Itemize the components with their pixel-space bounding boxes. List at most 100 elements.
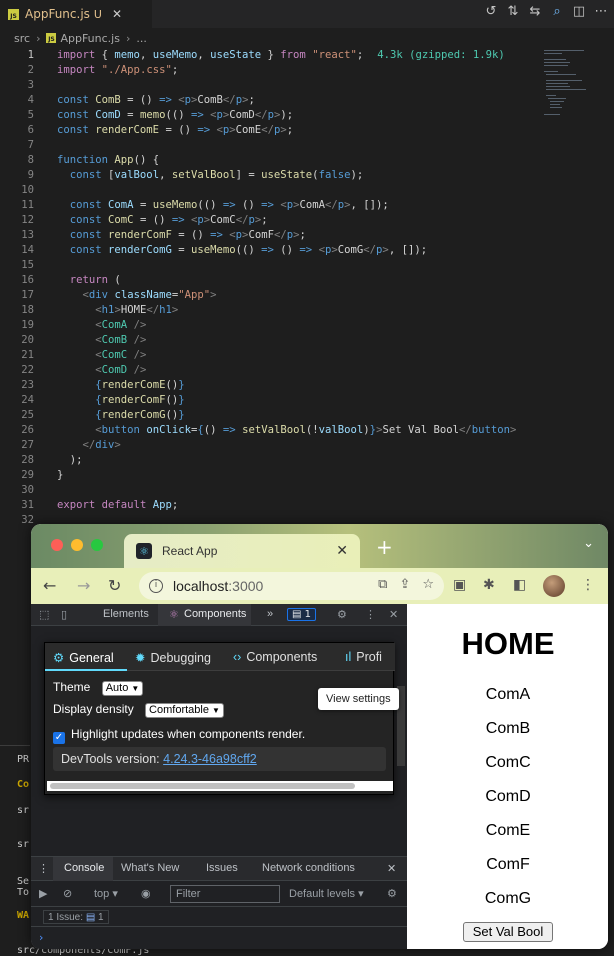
code-line: 11 const ComA = useMemo(() => () => <p>C…: [0, 198, 560, 213]
console-drawer: ⋮ Console What's New Issues Network cond…: [31, 856, 407, 949]
code-line: 22 <ComD />: [0, 363, 560, 378]
bookmark-star-icon[interactable]: ☆: [422, 577, 434, 592]
breadcrumb-src[interactable]: src: [14, 32, 30, 45]
address-bar[interactable]: i localhost:3000 ⧉ ⇪ ☆: [139, 572, 444, 600]
panel-text: Se: [17, 876, 30, 887]
code-line: 6 const renderComE = () => <p>ComE</p>;: [0, 123, 560, 138]
omnibox-actions: ⧉ ⇪ ☆: [378, 577, 434, 592]
code-line: 8 function App() {: [0, 153, 560, 168]
new-tab-button[interactable]: +: [376, 535, 393, 559]
editor-tab-appfunc[interactable]: JS AppFunc.js U ✕: [0, 0, 152, 28]
breadcrumb-symbol[interactable]: ...: [136, 32, 147, 45]
theme-row: Theme Auto ▼: [53, 680, 144, 696]
go-to-file-icon[interactable]: ⇆: [528, 5, 542, 19]
settings-tab-general[interactable]: ⚙ General: [53, 650, 114, 665]
theme-label: Theme: [53, 680, 91, 694]
reload-icon[interactable]: ↻: [108, 576, 121, 595]
minimize-window-button[interactable]: [71, 539, 83, 551]
close-devtools-icon[interactable]: ✕: [389, 608, 398, 621]
tab-close-icon[interactable]: ✕: [112, 7, 122, 21]
compare-changes-icon[interactable]: ⇅: [506, 5, 520, 19]
log-levels-select[interactable]: Default levels ▾: [289, 887, 364, 900]
theme-select[interactable]: Auto ▼: [101, 681, 144, 696]
breadcrumb-file[interactable]: AppFunc.js: [60, 32, 120, 45]
clear-console-icon[interactable]: ⊘: [63, 887, 72, 900]
close-tab-icon[interactable]: ✕: [336, 543, 348, 559]
close-window-button[interactable]: [51, 539, 63, 551]
device-toolbar-icon[interactable]: ▯: [61, 608, 67, 621]
back-arrow-icon[interactable]: ←: [43, 576, 56, 595]
density-select[interactable]: Comfortable ▼: [145, 703, 224, 718]
code-icon: ‹›: [233, 650, 242, 664]
horizontal-scrollbar[interactable]: [47, 781, 393, 791]
component-text: ComF: [486, 856, 530, 873]
live-expression-eye-icon[interactable]: ◉: [141, 887, 151, 900]
more-tabs-button[interactable]: »: [267, 608, 273, 620]
search-icon[interactable]: ⌕: [550, 5, 564, 19]
drawer-tab-issues[interactable]: Issues: [206, 862, 238, 874]
puzzle-extensions-icon[interactable]: ✱: [483, 577, 495, 593]
chrome-menu-icon[interactable]: ⋮: [581, 577, 595, 593]
console-filter-input[interactable]: Filter: [170, 885, 280, 903]
drawer-tab-whats-new[interactable]: What's New: [121, 862, 179, 874]
settings-tab-profiler[interactable]: ıl Profi: [345, 650, 382, 664]
code-editor[interactable]: 1 import { memo, useMemo, useState } from…: [0, 48, 614, 526]
browser-tab[interactable]: ⚛ React App ✕: [124, 534, 360, 568]
js-file-icon: JS: [46, 33, 57, 43]
bug-icon: ✹: [135, 651, 146, 665]
component-text: ComB: [485, 720, 531, 737]
git-status-badge: U: [93, 7, 102, 21]
minimap[interactable]: [544, 48, 604, 118]
browser-titlebar: ⚛ React App ✕ + ⌄: [31, 524, 608, 568]
component-text: ComC: [485, 754, 531, 771]
component-text: ComE: [485, 822, 531, 839]
more-actions-icon[interactable]: ⋯: [594, 5, 608, 19]
drawer-tab-network-conditions[interactable]: Network conditions: [262, 862, 355, 874]
forward-arrow-icon[interactable]: →: [77, 576, 90, 595]
side-panel-icon[interactable]: ◧: [513, 577, 526, 593]
close-drawer-icon[interactable]: ✕: [387, 862, 396, 875]
context-select[interactable]: top ▾: [94, 887, 118, 900]
settings-tab-components[interactable]: ‹› Components: [233, 650, 317, 664]
share-icon[interactable]: ⇪: [399, 577, 410, 592]
split-editor-icon[interactable]: ◫: [572, 5, 586, 19]
code-line: 28 );: [0, 453, 560, 468]
settings-gear-icon[interactable]: ⚙: [337, 608, 347, 621]
set-val-bool-button[interactable]: Set Val Bool: [463, 922, 553, 942]
console-toolbar: ▶ ⊘ top ▾ ◉ Filter Default levels ▾ ⚙: [31, 881, 407, 907]
density-label: Display density: [53, 702, 134, 716]
line-number: 11: [21, 199, 34, 211]
js-file-icon: JS: [8, 8, 19, 20]
tab-elements[interactable]: Elements: [103, 608, 149, 620]
inspect-element-icon[interactable]: ⬚: [39, 608, 49, 621]
zoom-window-button[interactable]: [91, 539, 103, 551]
version-link[interactable]: 4.24.3-46a98cff2: [163, 752, 257, 766]
translate-icon[interactable]: ⧉: [378, 577, 387, 592]
site-info-icon[interactable]: i: [149, 579, 163, 593]
line-number: 15: [21, 259, 34, 271]
settings-tab-debugging[interactable]: ✹ Debugging: [135, 650, 211, 665]
devtools-tabbar: ⬚ ▯ Elements ⚛ Components » ▤ 1 ⚙ ⋮ ✕: [31, 604, 407, 626]
line-number: 4: [27, 94, 34, 106]
panel-text: To: [17, 887, 30, 898]
code-line: 27 </div>: [0, 438, 560, 453]
scrollbar-thumb[interactable]: [50, 783, 355, 789]
code-line: 23 {renderComE()}: [0, 378, 560, 393]
profile-avatar[interactable]: [543, 575, 565, 597]
console-settings-gear-icon[interactable]: ⚙: [387, 887, 397, 900]
messages-badge[interactable]: ▤ 1: [287, 608, 317, 621]
drawer-tab-console[interactable]: Console: [64, 862, 104, 874]
more-options-icon[interactable]: ⋮: [365, 608, 376, 621]
highlight-label: Highlight updates when components render…: [71, 727, 306, 741]
drawer-menu-icon[interactable]: ⋮: [38, 862, 49, 875]
code-line: 21 <ComC />: [0, 348, 560, 363]
highlight-updates-checkbox[interactable]: ✓: [53, 732, 65, 744]
line-number: 19: [21, 319, 34, 331]
sidebar-toggle-icon[interactable]: ▶: [39, 887, 47, 900]
issues-count-badge[interactable]: 1 Issue: ▤ 1: [43, 910, 109, 924]
timeline-icon[interactable]: ↺: [484, 5, 498, 19]
tab-search-icon[interactable]: ⌄: [583, 536, 594, 551]
extension-icon[interactable]: ▣: [453, 577, 466, 593]
tab-components[interactable]: Components: [184, 608, 246, 620]
console-prompt-chevron-icon[interactable]: ›: [39, 931, 43, 944]
